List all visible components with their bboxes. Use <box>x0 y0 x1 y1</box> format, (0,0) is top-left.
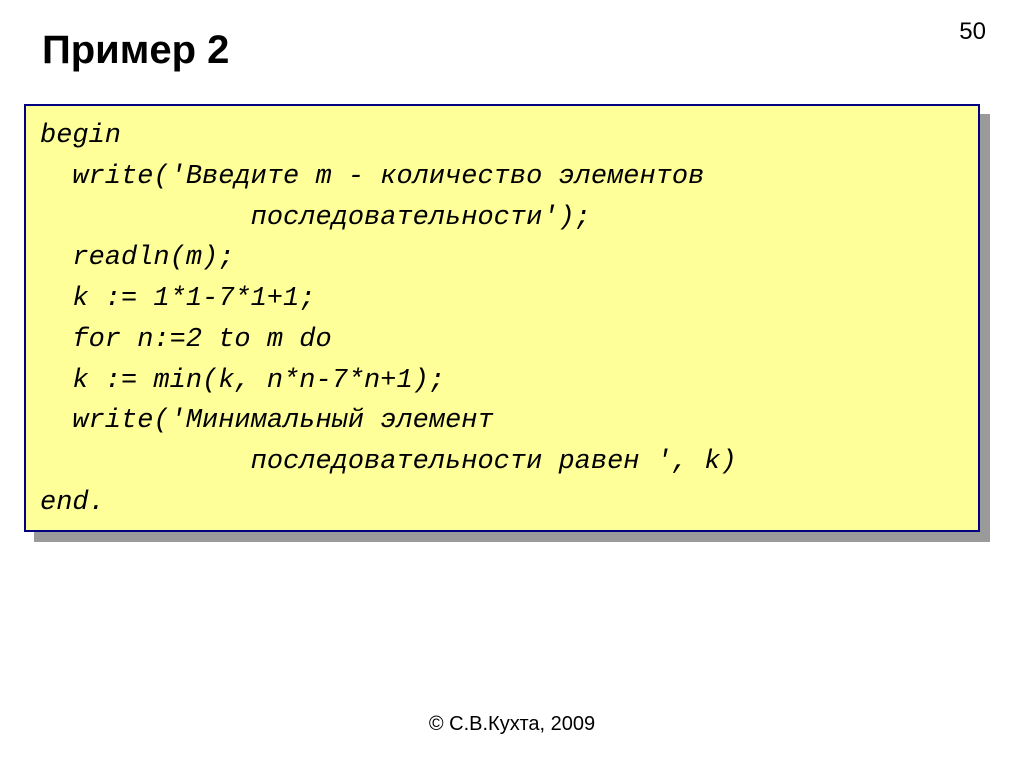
code-box: begin write('Введите m - количество элем… <box>24 104 980 532</box>
slide: 50 Пример 2 begin write('Введите m - кол… <box>0 0 1024 768</box>
page-number: 50 <box>959 18 986 46</box>
footer-copyright: © С.В.Кухта, 2009 <box>0 713 1024 736</box>
slide-title: Пример 2 <box>42 28 229 73</box>
code-listing: begin write('Введите m - количество элем… <box>40 116 964 524</box>
